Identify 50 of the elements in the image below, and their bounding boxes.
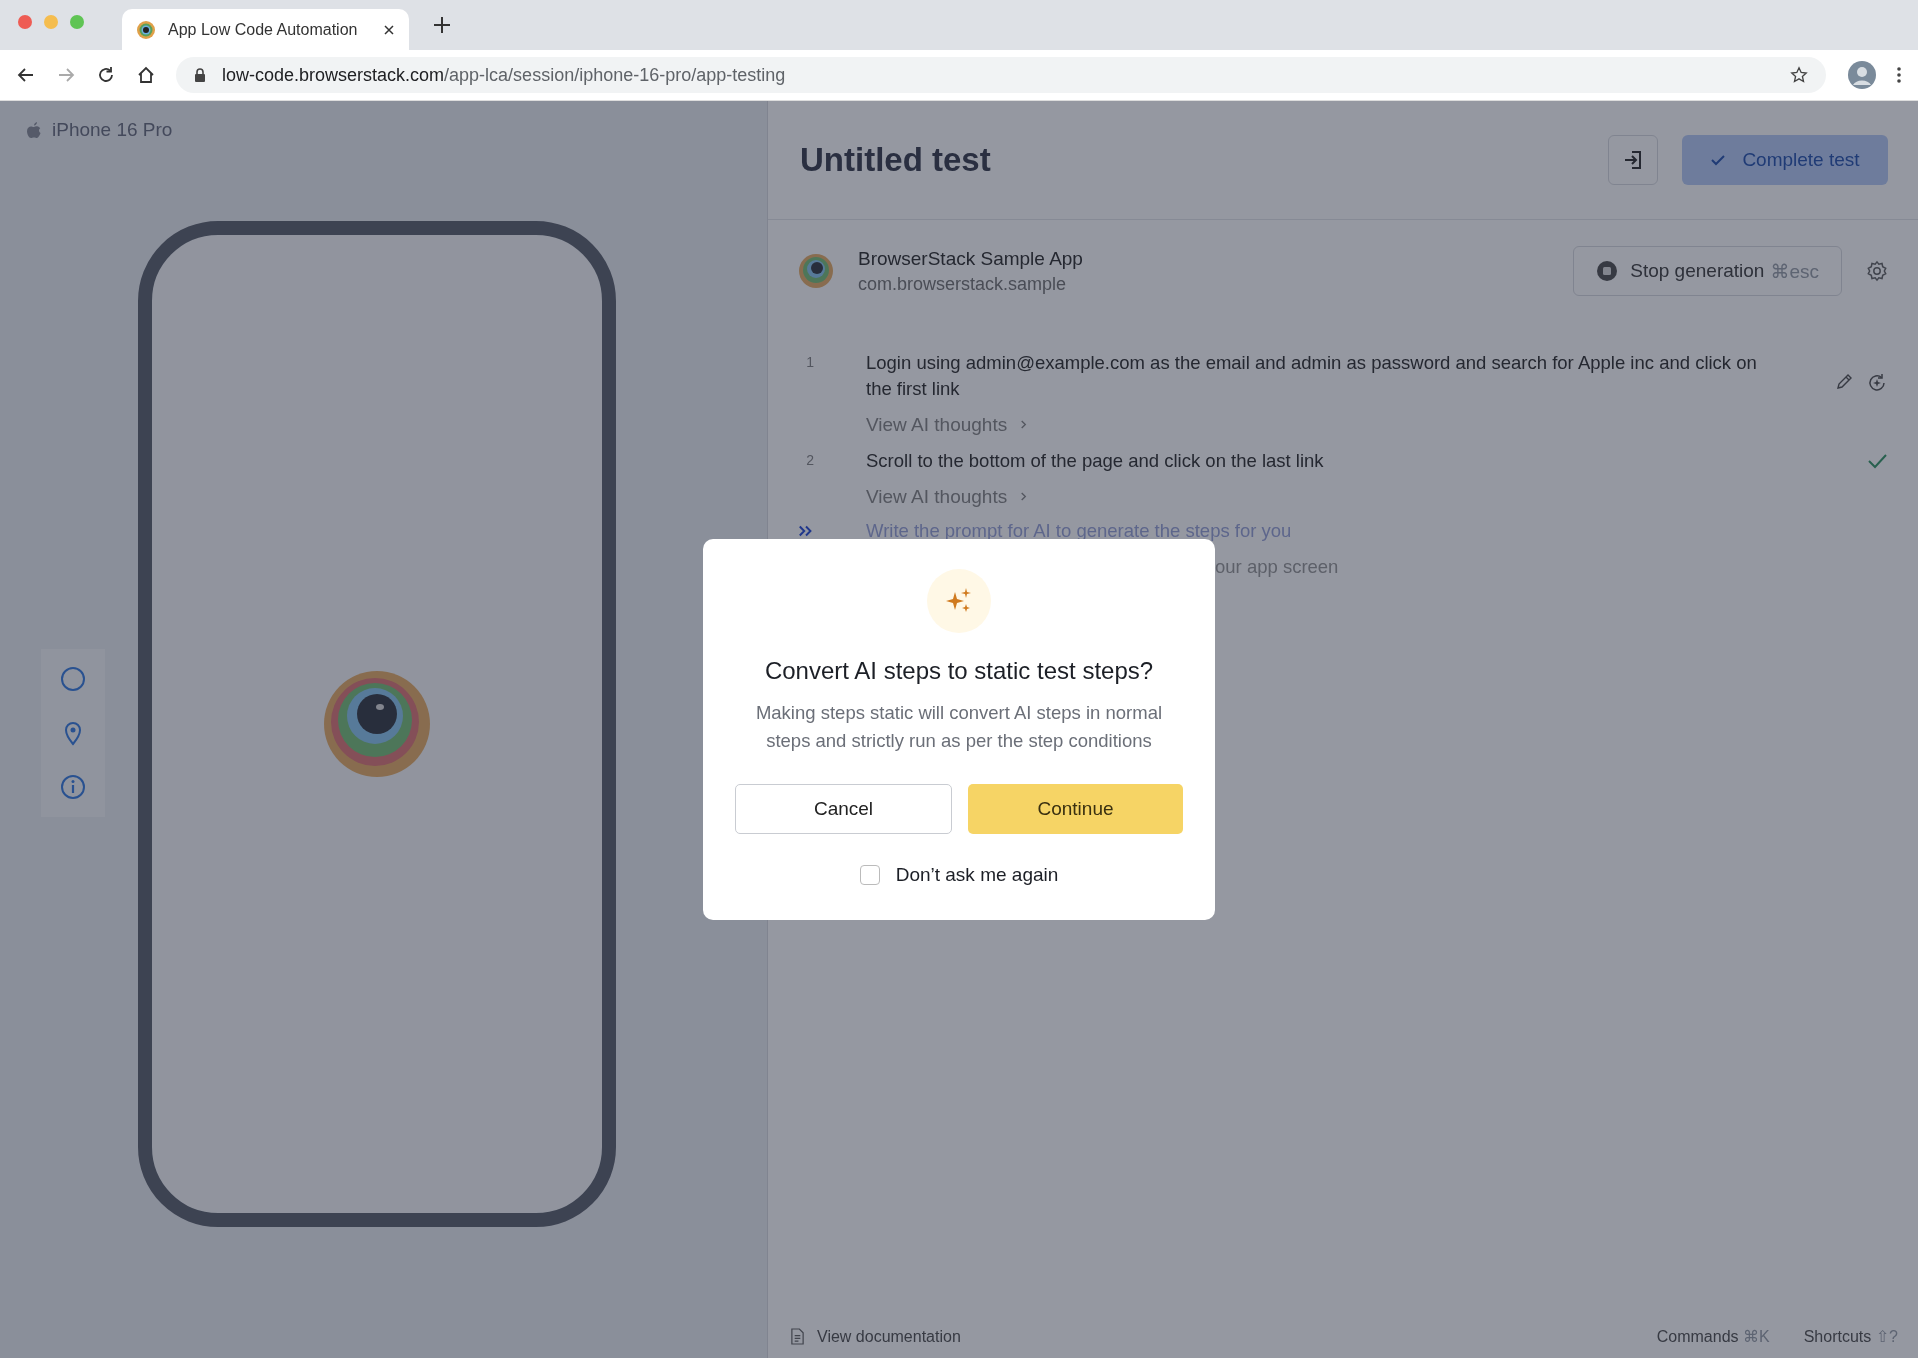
stop-generation-button[interactable]: Stop generation ⌘esc <box>1573 246 1842 296</box>
checkbox-label[interactable]: Don’t ask me again <box>895 864 1059 887</box>
keyboard-shortcut-link[interactable]: Commands ⌘K <box>1656 1327 1770 1346</box>
ai-regenerate-icon[interactable] <box>1866 372 1888 394</box>
device-name: iPhone 16 Pro <box>52 119 173 141</box>
step-number: 1 <box>805 353 814 372</box>
new-tab-icon[interactable] <box>433 16 451 34</box>
edit-pencil-icon[interactable] <box>1834 372 1854 392</box>
app-logo-icon <box>322 670 431 778</box>
address-bar[interactable]: low-code.browserstack.com/app-lca/session/iphone-16-pro/app-testing <box>176 57 1826 93</box>
app-logo-icon <box>136 19 156 40</box>
info-icon[interactable] <box>59 773 87 801</box>
lock-icon <box>194 68 206 82</box>
step-text: Login using admin@example.com as the email and admin as password and search for Apple inc and click on the first link <box>866 351 1758 401</box>
step-number: 2 <box>805 450 814 470</box>
checkbox[interactable] <box>859 865 880 886</box>
reload-icon[interactable] <box>96 65 116 85</box>
chevron-right-icon <box>1019 419 1029 431</box>
close-window-button[interactable] <box>18 15 32 29</box>
settings-icon[interactable] <box>1866 260 1888 282</box>
app-package-name: com.browserstack.sample <box>858 273 1068 295</box>
checkmark-icon <box>1710 152 1727 168</box>
prompt-hint-text: our app screen <box>1214 554 1340 578</box>
profile-avatar-icon[interactable] <box>1848 61 1876 89</box>
home-icon[interactable] <box>136 65 156 85</box>
double-chevron-icon <box>798 523 814 538</box>
chevron-right-icon <box>1019 491 1029 503</box>
app-name: BrowserStack Sample App <box>858 247 1084 270</box>
dialog-message: Making steps static will convert AI steps in normal steps and strictly run as per the step conditions <box>754 700 1164 753</box>
bookmark-star-icon[interactable] <box>1790 66 1808 84</box>
document-icon <box>790 1328 805 1345</box>
exit-button[interactable] <box>1608 135 1658 185</box>
menu-icon[interactable] <box>1896 65 1902 85</box>
home-button-icon[interactable] <box>59 665 87 693</box>
view-ai-thoughts-link[interactable]: View AI thoughts <box>866 485 1029 508</box>
view-ai-thoughts-link[interactable]: View AI thoughts <box>866 413 1029 436</box>
step-text: Scroll to the bottom of the page and click on the last link <box>866 448 1325 473</box>
browser-tab[interactable]: App Low Code Automation <box>122 9 409 50</box>
continue-button[interactable]: Continue <box>968 784 1183 835</box>
dialog-title: Convert AI steps to static test steps? <box>764 656 1154 685</box>
apple-logo-icon <box>26 121 42 139</box>
view-documentation-link[interactable]: View documentation <box>790 1327 961 1346</box>
app-logo-icon <box>798 253 834 289</box>
url-text: low-code.browserstack.com/app-lca/session/iphone-16-pro/app-testing <box>222 64 787 86</box>
exit-icon <box>1622 149 1644 171</box>
stop-icon <box>1596 260 1619 282</box>
close-tab-icon[interactable] <box>383 23 395 36</box>
test-title: Untitled test <box>800 141 992 179</box>
keyboard-shortcut-link[interactable]: Shortcuts ⇧? <box>1803 1327 1898 1346</box>
cancel-button[interactable]: Cancel <box>735 784 952 835</box>
